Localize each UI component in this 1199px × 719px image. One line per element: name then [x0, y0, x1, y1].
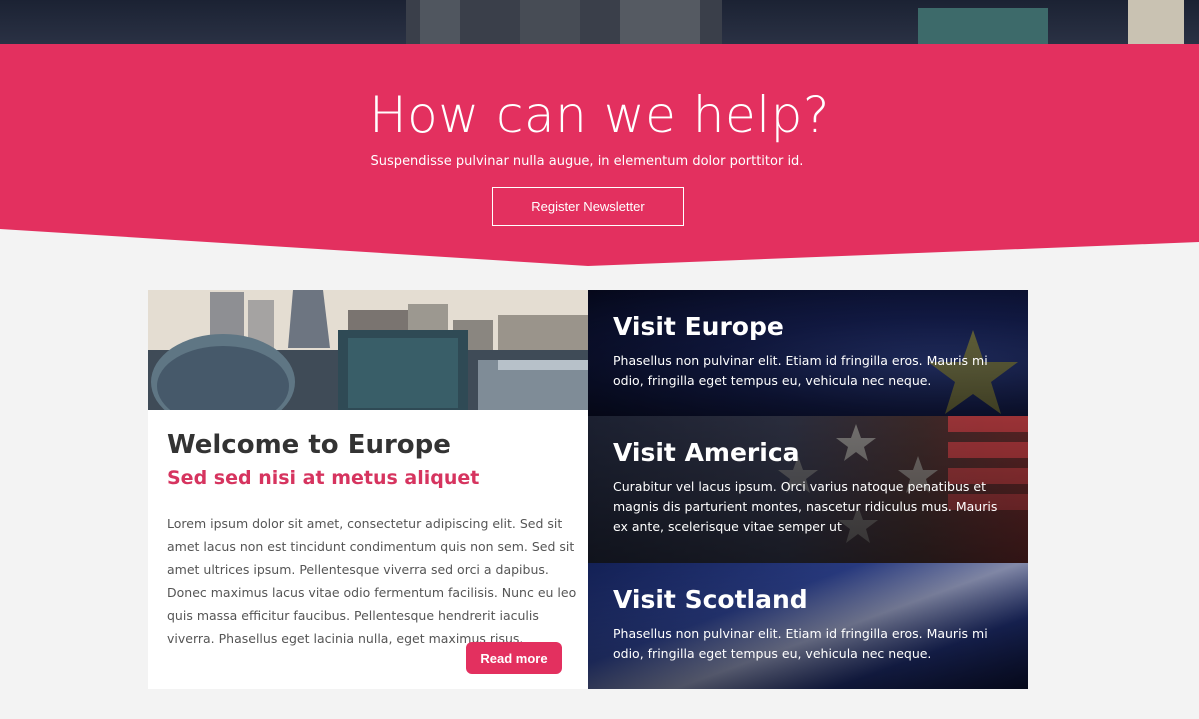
- visit-europe-text: Phasellus non pulvinar elit. Etiam id fr…: [613, 353, 988, 388]
- building-image: [1128, 0, 1184, 44]
- visit-scotland-card[interactable]: Visit Scotland Phasellus non pulvinar el…: [588, 563, 1028, 689]
- building-image: [520, 0, 580, 44]
- welcome-subtitle: Sed sed nisi at metus aliquet: [167, 467, 480, 489]
- visit-europe-card[interactable]: Visit Europe Phasellus non pulvinar elit…: [588, 290, 1028, 416]
- hero-subtitle: Suspendisse pulvinar nulla augue, in ele…: [370, 154, 804, 169]
- london-skyline-illustration: [148, 290, 588, 410]
- city-skyline-banner: [0, 0, 1199, 44]
- register-newsletter-button[interactable]: Register Newsletter: [492, 187, 684, 226]
- visit-america-card[interactable]: Visit America Curabitur vel lacus ipsum.…: [588, 416, 1028, 563]
- welcome-card: Welcome to Europe Sed sed nisi at metus …: [148, 290, 588, 689]
- hero-section: How can we help? Suspendisse pulvinar nu…: [0, 44, 1199, 266]
- building-image: [918, 8, 1048, 44]
- visit-scotland-title: Visit Scotland: [613, 585, 808, 614]
- building-image: [620, 0, 700, 44]
- visit-america-text: Curabitur vel lacus ipsum. Orci varius n…: [613, 479, 998, 534]
- building-image: [420, 0, 460, 44]
- read-more-button[interactable]: Read more: [466, 642, 562, 674]
- welcome-body-text: Lorem ipsum dolor sit amet, consectetur …: [167, 516, 577, 646]
- hero-title: How can we help?: [369, 86, 830, 144]
- visit-europe-title: Visit Europe: [613, 312, 784, 341]
- visit-america-title: Visit America: [613, 438, 800, 467]
- london-photo: [148, 290, 588, 410]
- visit-scotland-text: Phasellus non pulvinar elit. Etiam id fr…: [613, 626, 988, 661]
- welcome-title: Welcome to Europe: [167, 430, 451, 460]
